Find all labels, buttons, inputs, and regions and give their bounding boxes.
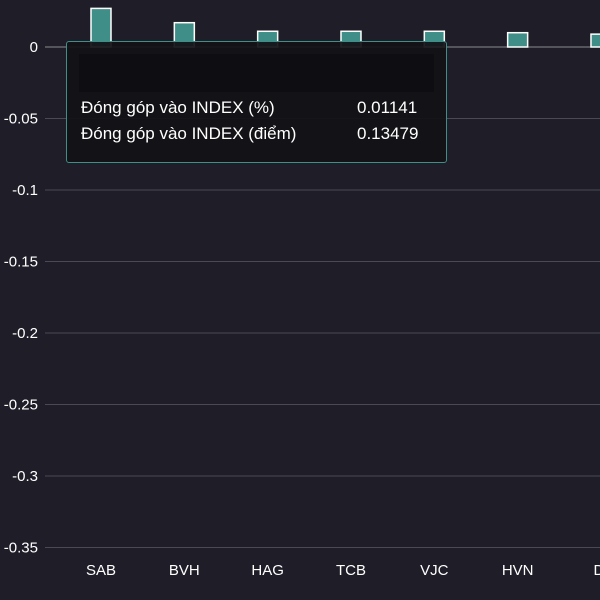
y-tick-label: -0.15: [4, 254, 38, 271]
x-axis-ticks: SAB BVH HAG TCB VJC HVN DI: [86, 562, 600, 579]
x-tick-label: VJC: [420, 562, 449, 579]
y-tick-label: -0.2: [12, 325, 38, 342]
tooltip-row-percent: Đóng góp vào INDEX (%) 0.01141: [81, 97, 431, 119]
x-tick-label: BVH: [169, 562, 200, 579]
y-axis-ticks: 0 -0.05 -0.1 -0.15 -0.2 -0.25 -0.3 -0.35: [4, 39, 38, 557]
y-tick-label: 0: [30, 39, 38, 56]
x-tick-label: HAG: [251, 562, 284, 579]
tooltip-value-points: 0.13479: [357, 124, 419, 143]
tooltip: Đóng góp vào INDEX (%) 0.01141 Đóng góp …: [66, 41, 447, 163]
y-tick-label: -0.1: [12, 182, 38, 199]
tooltip-label-points: Đóng góp vào INDEX (điểm): [81, 124, 297, 143]
tooltip-label-percent: Đóng góp vào INDEX (%): [81, 98, 275, 117]
y-tick-label: -0.25: [4, 397, 38, 414]
tooltip-row-points: Đóng góp vào INDEX (điểm) 0.13479: [81, 123, 431, 145]
x-tick-label: DI: [593, 562, 600, 579]
tooltip-value-percent: 0.01141: [357, 98, 418, 117]
x-tick-label: TCB: [336, 562, 366, 579]
y-tick-label: -0.05: [4, 111, 38, 128]
bar[interactable]: [590, 33, 600, 48]
bar[interactable]: [506, 31, 529, 48]
y-tick-label: -0.3: [12, 468, 38, 485]
y-tick-label: -0.35: [4, 540, 38, 557]
x-tick-label: SAB: [86, 562, 116, 579]
tooltip-header: [79, 54, 434, 92]
x-tick-label: HVN: [502, 562, 534, 579]
